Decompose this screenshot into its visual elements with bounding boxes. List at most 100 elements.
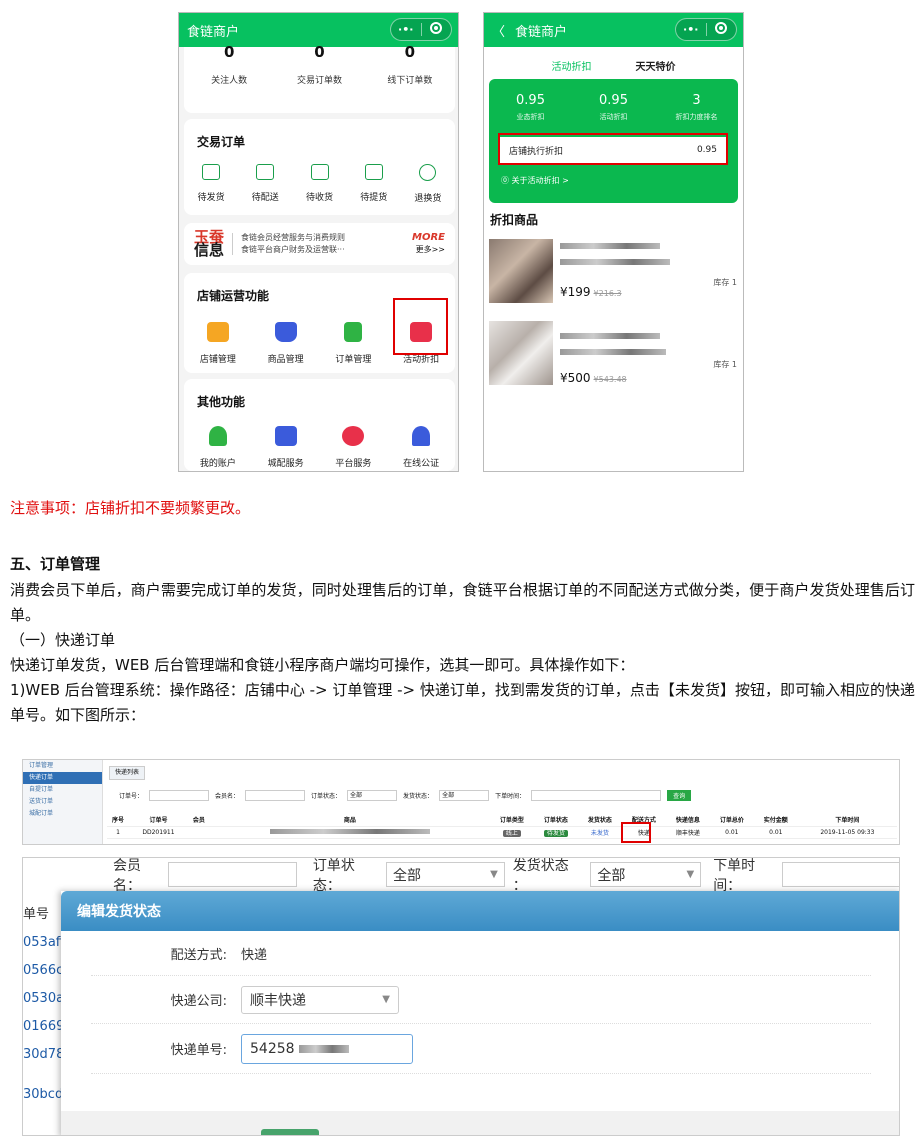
filter-bar: 订单号： 会员名： 订单状态： 全部 发货状态： 全部 下单时间： 查询 — [119, 790, 692, 801]
paragraph: 1)WEB 后台管理系统：操作路径：店铺中心 -> 订单管理 -> 快递订单，找… — [10, 681, 915, 724]
platform-service-item[interactable]: 平台服务 — [320, 426, 388, 469]
sidebar-item-city[interactable]: 城配订单 — [23, 808, 102, 820]
stat-offline-orders: 0 线下订单数 — [387, 43, 433, 86]
tracking-input[interactable]: 54258 — [241, 1033, 413, 1064]
order-no-column: 单号 053aff 0566c2 0530aa 01669a 30d789 30… — [23, 891, 73, 1135]
menu-capsule[interactable]: ·•· — [390, 18, 452, 41]
admin-sidebar: 订单管理 快递订单 自提订单 送货订单 城配订单 — [23, 760, 103, 844]
product-image — [489, 239, 553, 303]
list-item[interactable]: 30d789 — [23, 1041, 73, 1069]
product-stock: 库存 1 — [713, 278, 737, 287]
sidebar-item-delivery[interactable]: 送货订单 — [23, 796, 102, 808]
about-discount-link[interactable]: ⓪ 关于活动折扣 > — [501, 175, 569, 186]
menu-capsule[interactable]: ·•· — [675, 18, 737, 41]
dialog-title: 编辑发货状态 — [61, 891, 899, 931]
product-stock: 库存 1 — [713, 360, 737, 369]
dialog-footer: 保 存 — [61, 1111, 899, 1135]
discount-highlight — [393, 298, 448, 355]
yen-icon — [419, 164, 437, 181]
more-icon[interactable]: ·•· — [676, 23, 706, 36]
body-text: 消费会员下单后，商户需要完成订单的发货，同时处理售后的订单，食链平台根据订单的不… — [10, 578, 915, 728]
back-icon[interactable]: 〈 — [492, 21, 505, 40]
chevron-down-icon: ▼ — [382, 994, 390, 1005]
tab-activity-discount[interactable]: 活动折扣 — [537, 54, 606, 85]
delivery-truck-icon — [274, 426, 297, 446]
list-item[interactable]: 0566c2 — [23, 957, 72, 985]
note-text: 注意事项：店铺折扣不要频繁更改。 — [10, 499, 251, 517]
help-icon: ⓪ — [501, 176, 509, 185]
to-receive-item[interactable]: 待收货 — [292, 164, 346, 204]
to-ship-item[interactable]: 待发货 — [184, 164, 238, 204]
to-pickup-item[interactable]: 待提货 — [347, 164, 401, 204]
list-item[interactable]: 0530aa — [23, 985, 72, 1013]
time-input[interactable] — [531, 790, 662, 801]
sidebar-item-express[interactable]: 快递订单 — [23, 772, 102, 784]
more-icon[interactable]: ·•· — [391, 23, 421, 36]
app-title: 食链商户 — [187, 24, 240, 40]
filter-bar: 会员名： 订单状态： 全部 ▼ 发货状态 ： 全部 ▼ 下单时间： — [23, 858, 899, 894]
table-row[interactable]: 1 DD201911 线上 待发货 未发货 快递 顺丰快递 0.01 0.01 2019-1… — [107, 826, 897, 839]
save-button[interactable]: 保 存 — [261, 1129, 319, 1135]
app-title: 食链商户 — [515, 24, 568, 40]
truck-icon — [256, 164, 275, 180]
discount-screenshot: 〈 食链商户 ·•· 活动折扣 天天特价 0.95 业态折扣 0.95 活动折扣 3… — [483, 12, 744, 472]
trade-title: 交易订单 — [197, 135, 246, 149]
goods-manage-item[interactable]: 商品管理 — [252, 322, 320, 365]
edit-ship-dialog: 编辑发货状态 配送方式: 快递 快递公司: 顺丰快递 ▼ 快递单号: 54258 … — [61, 891, 899, 1135]
app-header: 食链商户 ·•· — [179, 13, 458, 47]
refund-item[interactable]: 退换货 — [401, 164, 455, 204]
my-account-item[interactable]: 我的账户 — [184, 426, 252, 469]
news-line-1[interactable]: 食链会员经营服务与消费规则 — [241, 232, 412, 244]
order-no-input[interactable] — [149, 790, 210, 801]
order-table: 序号 订单号 会员 商品 订单类型 订单状态 发货状态 配送方式 快递信息 订单总价 实付金额下… — [107, 814, 897, 839]
list-item[interactable]: 01669a — [23, 1013, 72, 1041]
paragraph: 快递订单发货，WEB 后台管理端和食链小程序商户端均可操作，选其一即可。具体操作… — [10, 656, 635, 674]
to-deliver-item[interactable]: 待配送 — [238, 164, 292, 204]
order-manage-item[interactable]: 订单管理 — [320, 322, 388, 365]
list-item[interactable]: 053aff — [23, 929, 65, 957]
more-link[interactable]: MORE 更多>> — [412, 232, 445, 256]
close-mini-icon[interactable] — [707, 22, 737, 37]
sidebar-item-order-manage[interactable]: 订单管理 — [23, 760, 102, 772]
section-heading: 五、订单管理 — [10, 555, 101, 573]
unshipped-button[interactable]: 未发货 — [591, 830, 609, 837]
product-price: ¥199 ¥216.3 — [560, 285, 622, 299]
search-button[interactable]: 查询 — [667, 790, 692, 801]
table-header: 序号 订单号 会员 商品 订单类型 订单状态 发货状态 配送方式 快递信息 订单总价 实付金额下… — [107, 814, 897, 827]
stats-card: 0 关注人数 0 交易订单数 0 线下订单数 — [184, 43, 455, 113]
status-select[interactable]: 全部 ▼ — [386, 862, 505, 887]
order-icon — [344, 322, 363, 342]
member-input[interactable] — [168, 862, 297, 887]
list-item[interactable]: 30bcdb — [23, 1081, 71, 1109]
status-select[interactable]: 全部 — [347, 790, 398, 801]
industry-discount: 0.95 业态折扣 — [516, 93, 545, 121]
close-mini-icon[interactable] — [422, 22, 452, 37]
discount-goods-title: 折扣商品 — [490, 213, 539, 227]
app-header: 〈 食链商户 ·•· — [484, 13, 743, 47]
paragraph: （一）快递订单 — [10, 631, 116, 649]
news-line-2[interactable]: 食链平台商户财务及运营联··· — [241, 244, 412, 256]
grid-icon — [342, 426, 365, 446]
news-banner[interactable]: 玉蚕 信息 食链会员经营服务与消费规则 食链平台商户财务及运营联··· MORE… — [184, 223, 455, 265]
ship-select[interactable]: 全部 ▼ — [590, 862, 702, 887]
delivery-value: 快递 — [241, 947, 268, 963]
product-item[interactable]: ¥500 ¥543.48 库存 1 — [484, 313, 743, 393]
city-delivery-item[interactable]: 城配服务 — [252, 426, 320, 469]
sidebar-item-pickup[interactable]: 自提订单 — [23, 784, 102, 796]
paragraph: 消费会员下单后，商户需要完成订单的发货，同时处理售后的订单，食链平台根据订单的不… — [10, 581, 915, 624]
notary-item[interactable]: 在线公证 — [387, 426, 455, 469]
tab-daily-special[interactable]: 天天特价 — [636, 54, 676, 77]
bag-icon — [274, 322, 297, 342]
company-select[interactable]: 顺丰快递 ▼ — [241, 985, 399, 1014]
product-item[interactable]: ¥199 ¥216.3 库存 1 — [484, 231, 743, 311]
store-manage-item[interactable]: 店铺管理 — [184, 322, 252, 365]
merchant-home-screenshot: 食链商户 ·•· 0 关注人数 0 交易订单数 0 线下订单数 交易订单 待发货… — [178, 12, 459, 472]
wallet-icon — [202, 164, 221, 180]
other-title: 其他功能 — [197, 395, 246, 409]
company-row: 快递公司: 顺丰快递 ▼ — [91, 976, 871, 1024]
activity-discount: 0.95 活动折扣 — [599, 93, 628, 121]
member-input[interactable] — [245, 790, 306, 801]
ship-select[interactable]: 全部 — [439, 790, 490, 801]
time-input[interactable] — [782, 862, 899, 887]
tab-express-list[interactable]: 快递列表 — [109, 766, 146, 780]
